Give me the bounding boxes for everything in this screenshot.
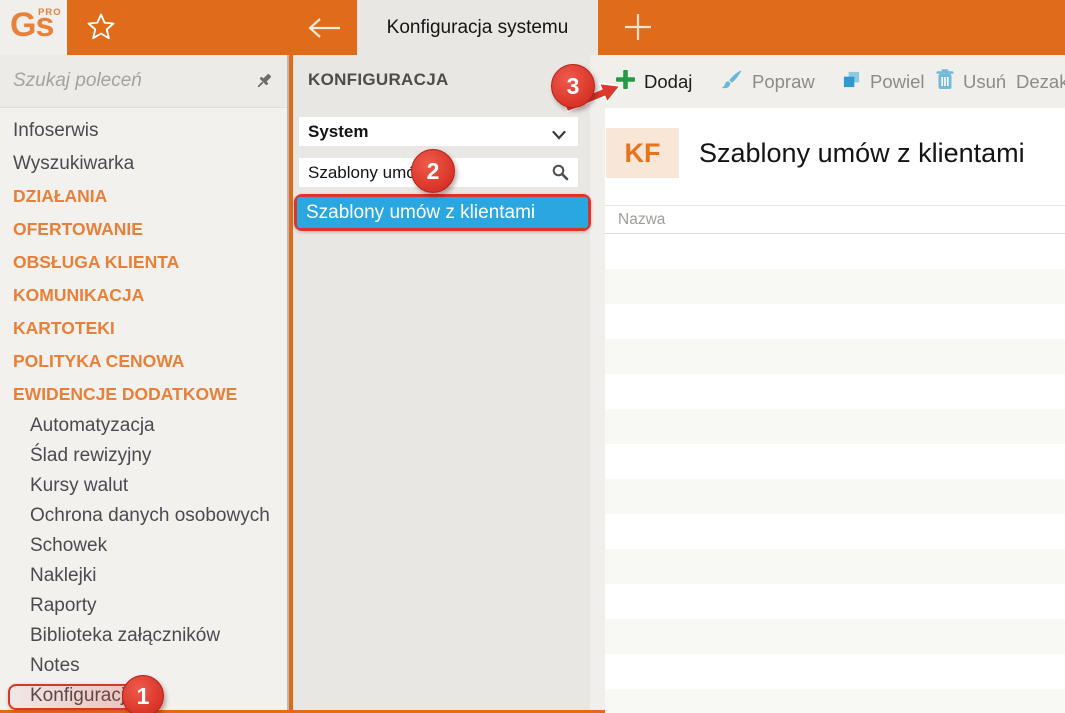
deactivate-button-label: Dezaktywuj xyxy=(1016,70,1065,92)
edit-button-label: Popraw xyxy=(752,70,815,92)
sidebar-item-schowek[interactable]: Schowek xyxy=(0,531,288,561)
sidebar-item-komunikacja[interactable]: KOMUNIKACJA xyxy=(0,279,288,312)
sidebar-item-wyszukiwarka[interactable]: Wyszukiwarka xyxy=(0,147,288,180)
tab-title: Konfiguracja systemu xyxy=(386,16,569,38)
pin-icon[interactable] xyxy=(254,71,274,91)
favorites-star-icon[interactable] xyxy=(86,12,116,42)
config-section-dropdown[interactable]: System xyxy=(299,117,578,146)
add-button-label: Dodaj xyxy=(644,70,693,92)
sidebar-item-ślad-rewizyjny[interactable]: Ślad rewizyjny xyxy=(0,441,288,471)
command-search-bar xyxy=(0,55,288,108)
dropdown-selected-value: System xyxy=(308,121,369,141)
sidebar-item-ofertowanie[interactable]: OFERTOWANIE xyxy=(0,213,288,246)
sidebar-item-obsługa-klienta[interactable]: OBSŁUGA KLIENTA xyxy=(0,246,288,279)
brush-icon xyxy=(720,68,743,95)
column-header-nazwa: Nazwa xyxy=(618,210,666,228)
delete-button[interactable]: Usuń xyxy=(936,55,1006,108)
edit-button[interactable]: Popraw xyxy=(720,55,815,108)
sidebar-item-ochrona-danych-osobowych[interactable]: Ochrona danych osobowych xyxy=(0,501,288,531)
app-window: Konfiguracja systemu Gs PRO InfoserwisWy… xyxy=(0,0,1065,713)
command-search-input[interactable] xyxy=(13,66,243,96)
page-title: Szablony umów z klientami xyxy=(699,138,1025,168)
duplicate-icon xyxy=(842,70,861,94)
sidebar-item-biblioteka-załączników[interactable]: Biblioteka załączników xyxy=(0,621,288,651)
selected-item-label: Szablony umów z klientami xyxy=(306,201,536,223)
sidebar-item-automatyzacja[interactable]: Automatyzacja xyxy=(0,411,288,441)
sidebar-item-polityka-cenowa[interactable]: POLITYKA CENOWA xyxy=(0,345,288,378)
step-1-badge: 1 xyxy=(122,675,164,713)
sidebar-item-kursy-walut[interactable]: Kursy walut xyxy=(0,471,288,501)
annotation-frame-konfiguracja xyxy=(8,684,136,710)
sidebar-item-ewidencje-dodatkowe[interactable]: EWIDENCJE DODATKOWE xyxy=(0,378,288,411)
trash-icon xyxy=(936,68,954,95)
config-list-item-selected[interactable]: Szablony umów z klientami xyxy=(297,197,588,228)
step-2-badge: 2 xyxy=(411,149,455,193)
duplicate-button[interactable]: Powiel xyxy=(842,55,925,108)
sidebar-item-naklejki[interactable]: Naklejki xyxy=(0,561,288,591)
module-sidebar: Infoserwis Wyszukiwarka DZIAŁANIA OFERTOWAN… xyxy=(0,108,288,710)
sidebar-item-raporty[interactable]: Raporty xyxy=(0,591,288,621)
back-arrow-icon[interactable] xyxy=(306,17,342,39)
new-tab-plus-icon[interactable] xyxy=(623,12,653,42)
tab-konfiguracja-systemu[interactable]: Konfiguracja systemu xyxy=(357,0,598,55)
deactivate-button[interactable]: Dezaktywuj xyxy=(1016,55,1065,108)
sidebar-item-kartoteki[interactable]: KARTOTEKI xyxy=(0,312,288,345)
main-content: KF Szablony umów z klientami Nazwa xyxy=(605,108,1065,713)
delete-button-label: Usuń xyxy=(963,70,1007,92)
top-bar: Konfiguracja systemu xyxy=(0,0,1065,55)
logo-pro-label: PRO xyxy=(38,7,62,18)
annotation-frame-selected-item: Szablony umów z klientami xyxy=(294,194,591,231)
sidebar-item-infoserwis[interactable]: Infoserwis xyxy=(0,114,288,147)
table-header[interactable]: Nazwa xyxy=(605,205,1065,234)
step-3-badge: 3 xyxy=(551,64,595,108)
chevron-down-icon xyxy=(552,127,566,140)
duplicate-button-label: Powiel xyxy=(870,70,925,92)
magnifier-icon[interactable] xyxy=(552,164,569,181)
panel-title: KONFIGURACJA xyxy=(308,70,449,89)
empty-table-rows[interactable] xyxy=(605,234,1065,713)
sidebar-item-działania[interactable]: DZIAŁANIA xyxy=(0,180,288,213)
module-badge: KF xyxy=(606,128,679,178)
app-logo[interactable]: Gs PRO xyxy=(0,0,67,55)
